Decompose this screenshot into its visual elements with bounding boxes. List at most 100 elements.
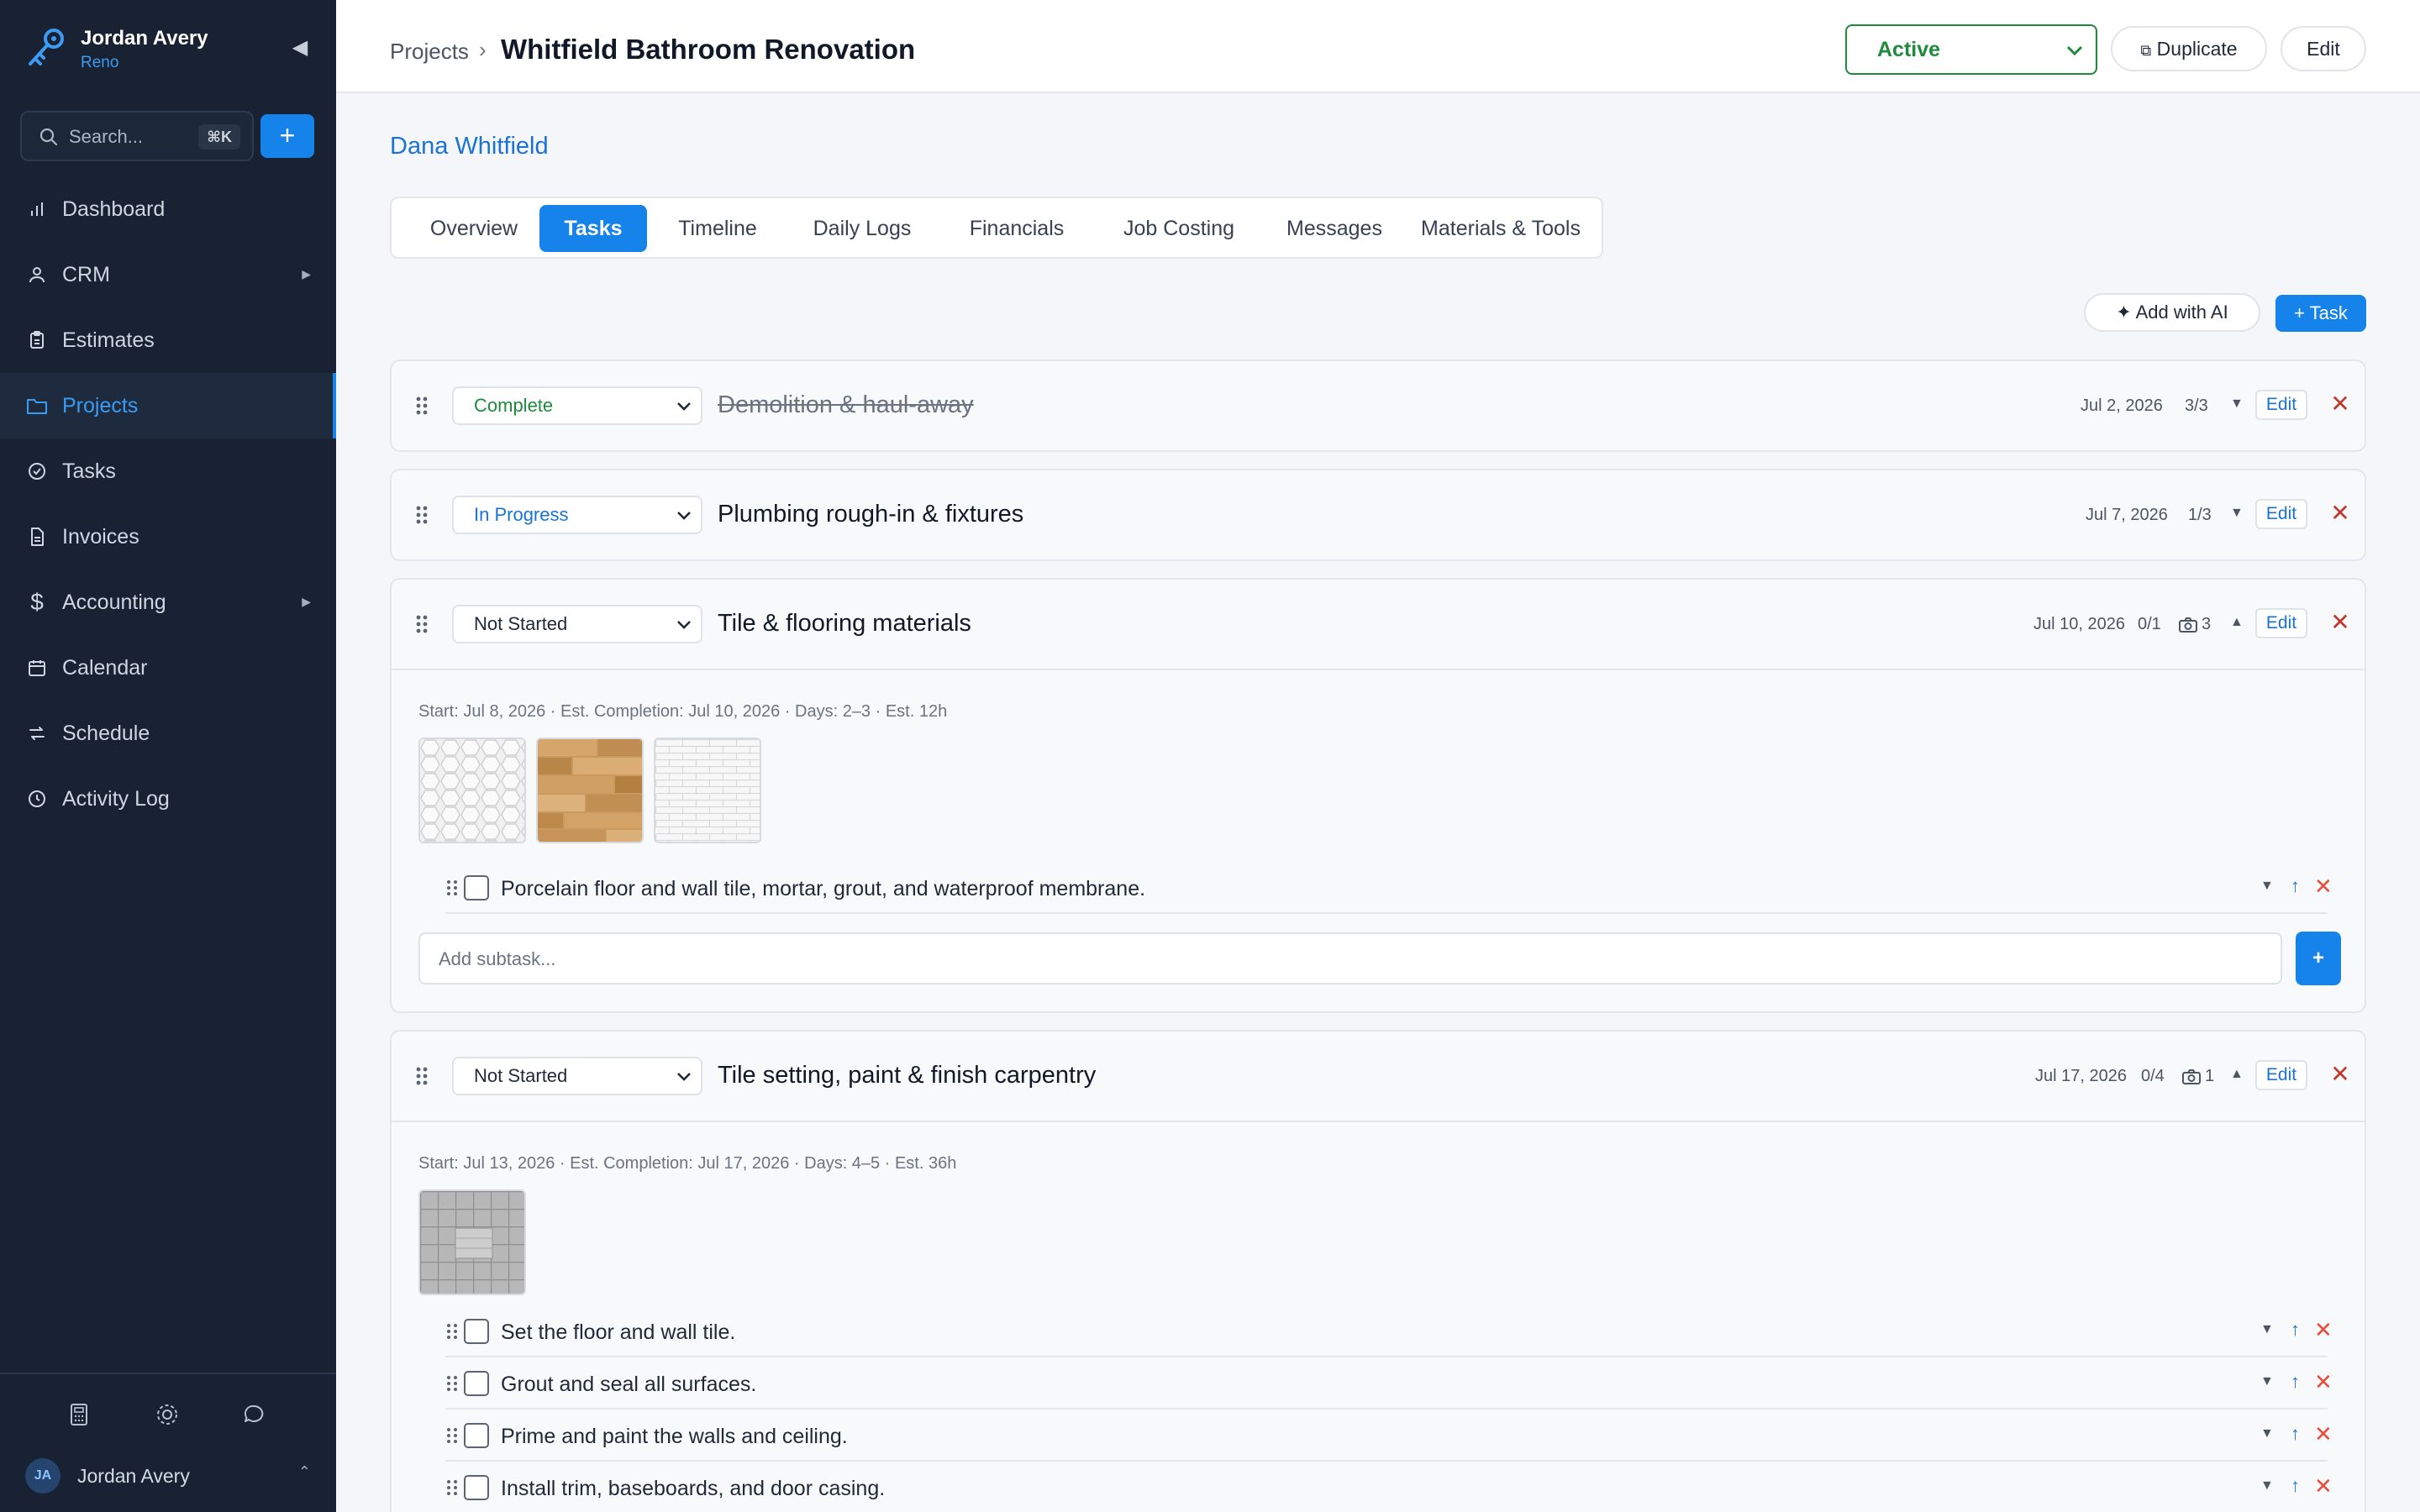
task-title[interactable]: Tile setting, paint & finish carpentry: [718, 1062, 1096, 1089]
drag-handle-icon[interactable]: [413, 613, 430, 635]
sidebar-item-projects[interactable]: Projects: [0, 373, 336, 438]
delete-subtask-icon[interactable]: ✕: [2314, 1473, 2333, 1499]
drag-handle-icon[interactable]: [413, 504, 430, 526]
sidebar-item-label: Dashboard: [62, 197, 166, 221]
move-up-icon[interactable]: ↑: [2291, 1423, 2300, 1445]
dollar-icon: $: [30, 589, 44, 615]
photo-thumbnail[interactable]: [536, 738, 644, 843]
user-menu[interactable]: JA Jordan Avery ⌃: [25, 1457, 311, 1495]
move-up-icon[interactable]: ↑: [2291, 1475, 2300, 1497]
search-input[interactable]: [69, 123, 195, 151]
sidebar-item-accounting[interactable]: $ Accounting ▶: [0, 570, 336, 635]
tab-timeline[interactable]: Timeline: [659, 205, 776, 252]
breadcrumb-projects[interactable]: Projects: [390, 39, 469, 65]
delete-subtask-icon[interactable]: ✕: [2314, 874, 2333, 900]
add-subtask-field[interactable]: [418, 932, 2282, 984]
edit-task-button[interactable]: Edit: [2255, 499, 2307, 529]
edit-task-button[interactable]: Edit: [2255, 608, 2307, 638]
tab-daily-logs[interactable]: Daily Logs: [790, 205, 934, 252]
tab-tasks[interactable]: Tasks: [539, 205, 647, 252]
task-status-select[interactable]: Not Started: [452, 1057, 702, 1095]
move-down-icon[interactable]: ▼: [2260, 1478, 2274, 1494]
tab-overview[interactable]: Overview: [407, 205, 541, 252]
collapse-sidebar-icon[interactable]: ◀: [287, 35, 313, 60]
sidebar-item-tasks[interactable]: Tasks: [0, 438, 336, 504]
duplicate-button[interactable]: ⧉ Duplicate: [2111, 26, 2267, 71]
quick-add-button[interactable]: +: [260, 114, 314, 158]
task-due-date: Jul 17, 2026: [2035, 1067, 2127, 1085]
edit-task-button[interactable]: Edit: [2255, 390, 2307, 420]
edit-task-button[interactable]: Edit: [2255, 1060, 2307, 1090]
sidebar-item-estimates[interactable]: Estimates: [0, 307, 336, 373]
sidebar-item-crm[interactable]: CRM ▶: [0, 242, 336, 307]
subtask-text[interactable]: Install trim, baseboards, and door casin…: [501, 1477, 885, 1501]
delete-subtask-icon[interactable]: ✕: [2314, 1369, 2333, 1395]
move-up-icon[interactable]: ↑: [2291, 875, 2300, 897]
add-subtask-input[interactable]: [439, 946, 2203, 973]
sidebar-item-dashboard[interactable]: Dashboard: [0, 176, 336, 242]
add-subtask-button[interactable]: +: [2296, 932, 2341, 985]
subtask-checkbox[interactable]: [464, 1423, 489, 1448]
delete-task-icon[interactable]: ✕: [2328, 1062, 2353, 1087]
calendar-icon: [25, 656, 49, 680]
sidebar-item-invoices[interactable]: Invoices: [0, 504, 336, 570]
subtask-checkbox[interactable]: [464, 875, 489, 900]
photo-thumbnail[interactable]: [418, 1189, 526, 1295]
delete-task-icon[interactable]: ✕: [2328, 391, 2353, 417]
delete-task-icon[interactable]: ✕: [2328, 610, 2353, 635]
client-link[interactable]: Dana Whitfield: [390, 133, 549, 160]
drag-handle-icon[interactable]: [445, 879, 459, 897]
gear-icon[interactable]: [152, 1399, 182, 1430]
delete-subtask-icon[interactable]: ✕: [2314, 1317, 2333, 1343]
sidebar-item-activity-log[interactable]: Activity Log: [0, 766, 336, 832]
move-up-icon[interactable]: ↑: [2291, 1371, 2300, 1393]
photo-thumbnail[interactable]: [418, 738, 526, 843]
subtask-text[interactable]: Porcelain floor and wall tile, mortar, g…: [501, 877, 1145, 901]
move-up-icon[interactable]: ↑: [2291, 1319, 2300, 1341]
subtask-row: Prime and paint the walls and ceiling. ▼…: [445, 1410, 2333, 1462]
subtask-text[interactable]: Set the floor and wall tile.: [501, 1320, 735, 1345]
chat-bubble-icon[interactable]: [239, 1399, 269, 1430]
task-title[interactable]: Tile & flooring materials: [718, 610, 971, 638]
photo-thumbnail[interactable]: [654, 738, 761, 843]
tab-financials[interactable]: Financials: [946, 205, 1087, 252]
chevron-down-icon: [677, 621, 691, 629]
tab-messages[interactable]: Messages: [1262, 205, 1407, 252]
drag-handle-icon[interactable]: [445, 1426, 459, 1445]
delete-subtask-icon[interactable]: ✕: [2314, 1421, 2333, 1447]
edit-project-button[interactable]: Edit: [2281, 26, 2366, 71]
tab-job-costing[interactable]: Job Costing: [1099, 205, 1259, 252]
calculator-icon[interactable]: [64, 1399, 94, 1430]
move-down-icon[interactable]: ▼: [2260, 1426, 2274, 1441]
collapse-toggle-icon[interactable]: ▲: [2230, 1067, 2244, 1082]
project-status-select[interactable]: Active: [1845, 24, 2097, 75]
drag-handle-icon[interactable]: [413, 395, 430, 417]
task-status-select[interactable]: In Progress: [452, 496, 702, 534]
sidebar-search[interactable]: ⌘K: [20, 111, 254, 161]
sidebar-item-calendar[interactable]: Calendar: [0, 635, 336, 701]
delete-task-icon[interactable]: ✕: [2328, 501, 2353, 526]
subtask-checkbox[interactable]: [464, 1371, 489, 1396]
subtask-checkbox[interactable]: [464, 1475, 489, 1500]
expand-toggle-icon[interactable]: ▼: [2230, 506, 2244, 521]
drag-handle-icon[interactable]: [445, 1322, 459, 1341]
task-title[interactable]: Plumbing rough-in & fixtures: [718, 501, 1023, 528]
subtask-checkbox[interactable]: [464, 1319, 489, 1344]
sidebar-item-schedule[interactable]: Schedule: [0, 701, 336, 766]
move-down-icon[interactable]: ▼: [2260, 879, 2274, 894]
task-status-select[interactable]: Not Started: [452, 605, 702, 643]
drag-handle-icon[interactable]: [445, 1374, 459, 1393]
task-status-select[interactable]: Complete: [452, 386, 702, 425]
drag-handle-icon[interactable]: [413, 1065, 430, 1087]
move-down-icon[interactable]: ▼: [2260, 1322, 2274, 1337]
add-task-button[interactable]: + Task: [2275, 295, 2366, 332]
drag-handle-icon[interactable]: [445, 1478, 459, 1497]
expand-toggle-icon[interactable]: ▼: [2230, 396, 2244, 412]
tab-materials-tools[interactable]: Materials & Tools: [1405, 205, 1597, 252]
subtask-text[interactable]: Prime and paint the walls and ceiling.: [501, 1425, 848, 1449]
move-down-icon[interactable]: ▼: [2260, 1374, 2274, 1389]
add-with-ai-button[interactable]: ✦ Add with AI: [2084, 293, 2260, 332]
collapse-toggle-icon[interactable]: ▲: [2230, 615, 2244, 630]
subtask-text[interactable]: Grout and seal all surfaces.: [501, 1373, 756, 1397]
task-title[interactable]: Demolition & haul-away: [718, 391, 974, 419]
